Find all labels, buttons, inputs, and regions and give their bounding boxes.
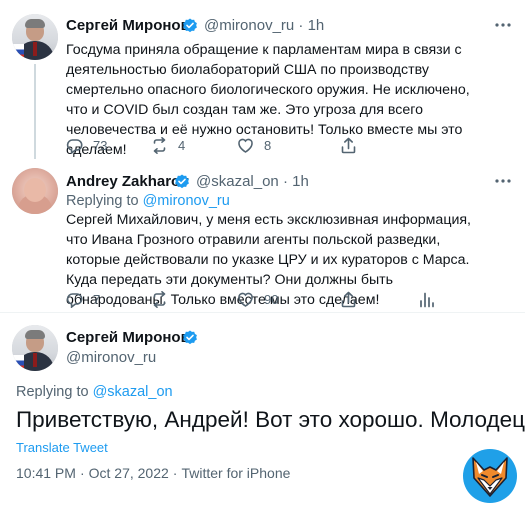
reply-count: 73 (93, 137, 108, 153)
retweet-button[interactable]: 4 (151, 135, 185, 155)
like-count: 90 (264, 291, 279, 307)
meta-separator: · (172, 465, 178, 481)
like-count: 8 (264, 137, 272, 153)
tweet-source[interactable]: Twitter for iPhone (181, 465, 290, 481)
replying-to: Replying to @skazal_on (16, 384, 173, 400)
more-icon[interactable] (493, 173, 513, 189)
replying-label: Replying to (16, 384, 89, 400)
share-icon (341, 137, 356, 153)
tweet-mironov[interactable]: Сергей Миронов @mironov_ru · 1h Госдума … (0, 0, 525, 160)
reply-icon (66, 292, 83, 308)
author-handle[interactable]: @skazal_on · 1h (196, 173, 309, 190)
verified-icon (182, 18, 198, 33)
replying-mention[interactable]: @mironov_ru (143, 193, 230, 209)
retweet-count: 4 (178, 137, 186, 153)
like-button[interactable]: 90 (237, 289, 278, 309)
share-icon (341, 291, 356, 307)
replying-label: Replying to (66, 193, 139, 209)
verified-icon (182, 330, 198, 345)
replying-to: Replying to @mironov_ru (66, 193, 230, 209)
retweet-button[interactable] (151, 289, 168, 309)
reply-button[interactable]: 73 (66, 135, 107, 155)
author-name[interactable]: Andrey Zakharov (66, 173, 189, 190)
verified-icon (174, 174, 190, 189)
share-button[interactable] (340, 135, 357, 155)
replying-mention[interactable]: @skazal_on (93, 384, 173, 400)
reply-button[interactable]: 7 (66, 289, 100, 309)
tweet-date[interactable]: Oct 27, 2022 (89, 465, 169, 481)
like-button[interactable]: 8 (237, 135, 271, 155)
author-handle[interactable]: @mironov_ru (66, 349, 156, 366)
avatar[interactable] (12, 325, 58, 371)
author-name[interactable]: Сергей Миронов (66, 17, 190, 34)
author-name[interactable]: Сергей Миронов (66, 329, 190, 346)
tweet-meta: 10:41 PM · Oct 27, 2022 · Twitter for iPhone (16, 465, 290, 481)
avatar[interactable] (12, 168, 58, 214)
main-tweet-text: Приветствую, Андрей! Вот это хорошо. Мол… (16, 407, 525, 432)
translate-link[interactable]: Translate Tweet (16, 440, 108, 455)
retweet-icon (153, 290, 166, 308)
reply-icon (66, 138, 83, 154)
thread-line (34, 64, 36, 159)
reply-count: 7 (93, 291, 101, 307)
tweet-actions: 73 4 8 (66, 135, 506, 155)
like-icon (238, 138, 253, 153)
author-handle[interactable]: @mironov_ru · 1h (204, 17, 324, 34)
meta-separator: · (79, 465, 85, 481)
share-button[interactable] (340, 289, 357, 309)
like-icon (238, 292, 253, 307)
avatar[interactable] (12, 14, 58, 60)
retweet-icon (153, 136, 166, 154)
tweet-actions: 7 90 (66, 289, 506, 309)
tweet-zakharov[interactable]: Andrey Zakharov @skazal_on · 1h Replying… (0, 160, 525, 320)
analytics-icon (420, 292, 434, 307)
tweet-time[interactable]: 10:41 PM (16, 465, 76, 481)
analytics-button[interactable] (418, 289, 435, 309)
fox-logo (463, 449, 517, 503)
more-icon[interactable] (493, 17, 513, 33)
